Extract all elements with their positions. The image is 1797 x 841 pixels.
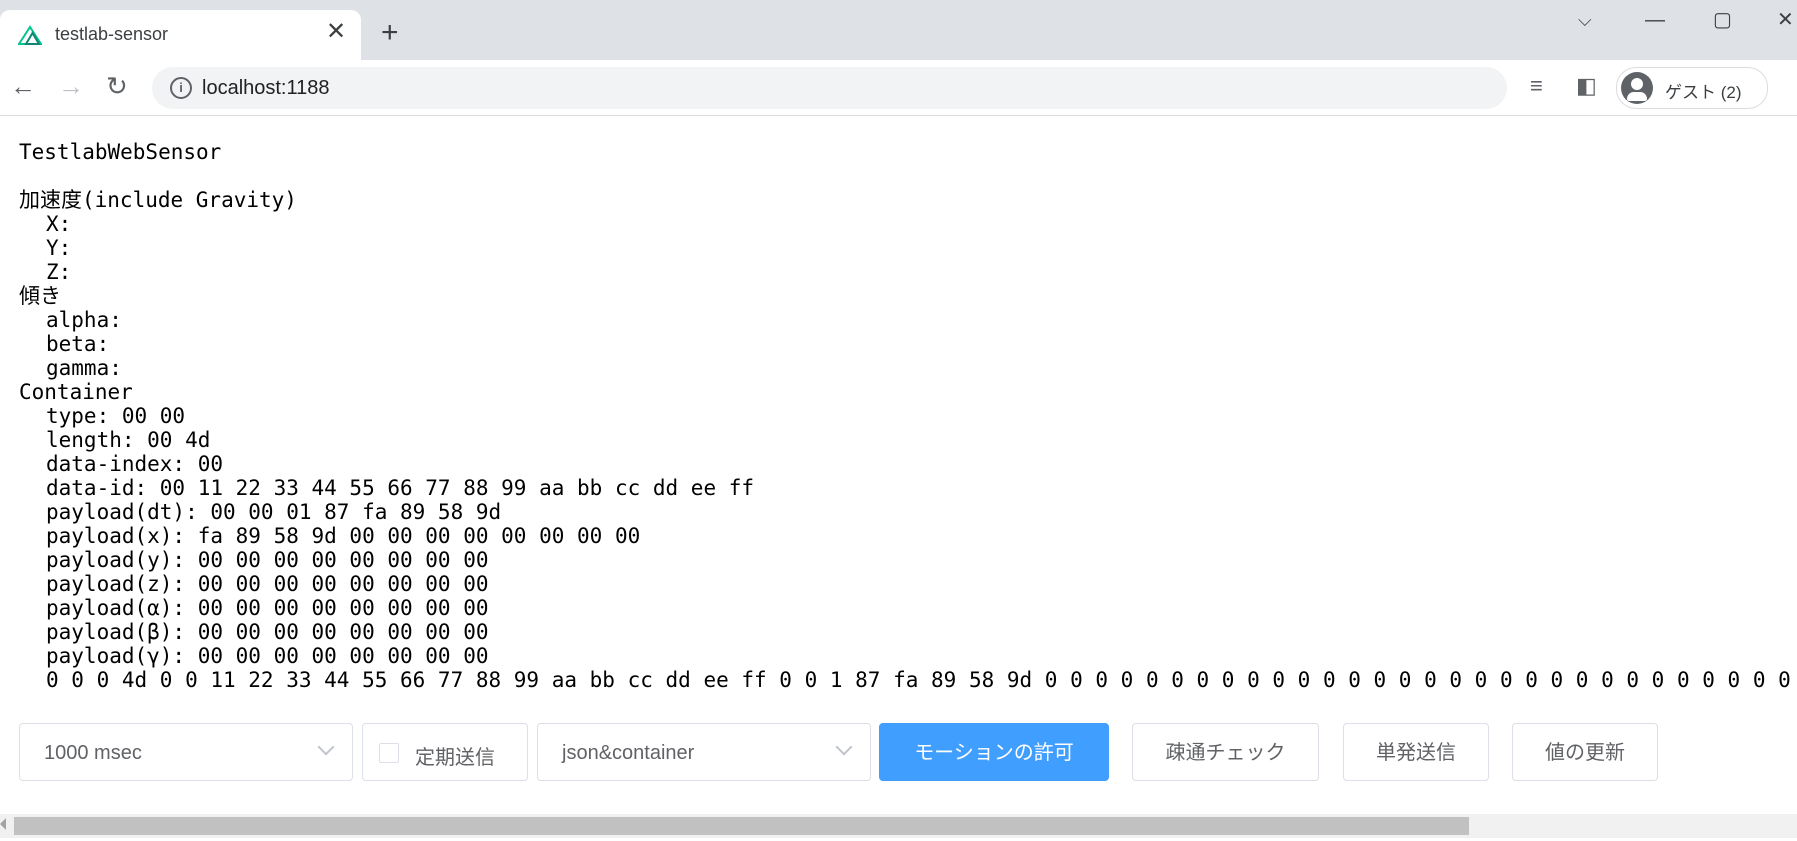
browser-toolbar: ← → ↻ i localhost:1188 ≡ ◧ ゲスト (2) ⋮ (0, 60, 1797, 116)
close-icon[interactable]: ✕ (326, 20, 346, 44)
tab-search-chevron-down-icon[interactable]: ⌵ (1578, 8, 1592, 32)
nuxt-logo-icon (18, 25, 42, 45)
profile-label: ゲスト (2) (1665, 83, 1742, 102)
minimize-icon[interactable]: — (1645, 8, 1665, 32)
container-data-id: data-id: 00 11 22 33 44 55 66 77 88 99 a… (46, 476, 755, 500)
horizontal-scrollbar[interactable] (0, 814, 1797, 838)
more-menu-icon[interactable]: ⋮ (1788, 74, 1797, 100)
format-select-value: json&container (562, 742, 695, 764)
profile-button[interactable]: ゲスト (2) (1616, 67, 1768, 109)
plus-icon[interactable]: + (381, 18, 399, 48)
payload-z: payload(z): 00 00 00 00 00 00 00 00 (46, 572, 489, 596)
tilt-gamma: gamma: (46, 356, 122, 380)
payload-dt: payload(dt): 00 00 01 87 fa 89 58 9d (46, 500, 502, 524)
accel-x: X: (46, 212, 72, 236)
motion-permission-button[interactable]: モーションの許可 (879, 723, 1109, 781)
container-data-index: data-index: 00 (46, 452, 224, 476)
media-queue-icon[interactable]: ≡ (1530, 74, 1543, 98)
chevron-down-icon (317, 738, 335, 756)
tilt-alpha: alpha: (46, 308, 122, 332)
tilt-title: 傾き (19, 284, 61, 308)
container-title: Container (19, 380, 133, 404)
side-panel-icon[interactable]: ◧ (1576, 74, 1597, 98)
interval-select-value: 1000 msec (44, 742, 142, 764)
connectivity-check-button[interactable]: 疎通チェック (1132, 723, 1319, 781)
periodic-send-label: 定期送信 (415, 747, 495, 769)
accel-z: Z: (46, 260, 72, 284)
forward-arrow-icon[interactable]: → (58, 71, 84, 101)
accel-y: Y: (46, 236, 72, 260)
chevron-down-icon (835, 738, 853, 756)
single-send-button[interactable]: 単発送信 (1343, 723, 1489, 781)
interval-select[interactable]: 1000 msec (19, 723, 353, 781)
container-type: type: 00 00 (46, 404, 186, 428)
maximize-icon[interactable]: ▢ (1713, 8, 1732, 32)
browser-tabstrip: testlab-sensor ✕ + ⌵ — ▢ ✕ (0, 0, 1797, 60)
payload-x: payload(x): fa 89 58 9d 00 00 00 00 00 0… (46, 524, 641, 548)
window-close-icon[interactable]: ✕ (1777, 8, 1794, 32)
checkbox-box[interactable] (379, 743, 399, 763)
payload-alpha: payload(α): 00 00 00 00 00 00 00 00 (46, 596, 489, 620)
payload-gamma: payload(γ): 00 00 00 00 00 00 00 00 (46, 644, 489, 668)
reload-icon[interactable]: ↻ (106, 71, 128, 101)
sensor-output: TestlabWebSensor 加速度(include Gravity) X:… (19, 140, 1797, 692)
periodic-send-checkbox[interactable]: 定期送信 (362, 723, 528, 781)
info-icon[interactable]: i (170, 77, 192, 99)
accel-title: 加速度(include Gravity) (19, 188, 297, 212)
tab-title: testlab-sensor (55, 24, 169, 44)
browser-tab[interactable]: testlab-sensor ✕ (0, 10, 361, 60)
page-title: TestlabWebSensor (19, 140, 222, 164)
scrollbar-thumb[interactable] (14, 817, 1469, 835)
container-length: length: 00 4d (46, 428, 211, 452)
update-values-button[interactable]: 値の更新 (1512, 723, 1658, 781)
avatar-icon (1621, 72, 1653, 104)
tilt-beta: beta: (46, 332, 110, 356)
payload-beta: payload(β): 00 00 00 00 00 00 00 00 (46, 620, 489, 644)
scroll-left-arrow-icon[interactable] (0, 818, 6, 830)
back-arrow-icon[interactable]: ← (10, 71, 36, 101)
url-text[interactable]: localhost:1188 (202, 77, 330, 100)
address-bar[interactable]: i localhost:1188 (152, 67, 1507, 109)
container-raw-bytes: 0 0 0 4d 0 0 11 22 33 44 55 66 77 88 99 … (46, 668, 1797, 692)
payload-y: payload(y): 00 00 00 00 00 00 00 00 (46, 548, 489, 572)
format-select[interactable]: json&container (537, 723, 871, 781)
control-bar: 1000 msec 定期送信 json&container モーションの許可 疎… (0, 723, 1797, 783)
